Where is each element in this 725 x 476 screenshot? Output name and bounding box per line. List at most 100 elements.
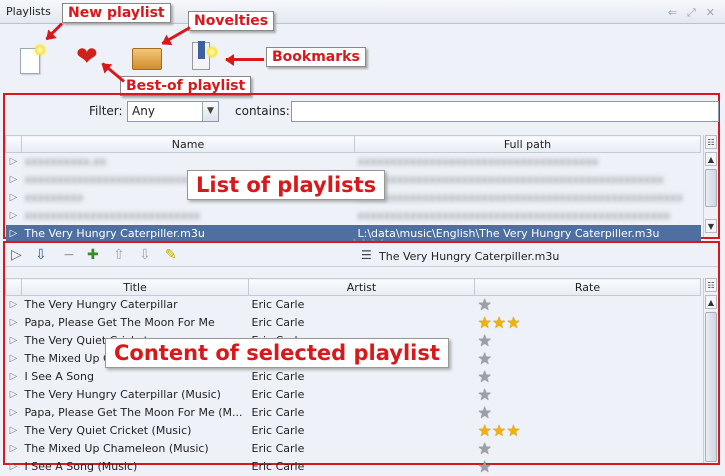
contains-input[interactable] — [291, 101, 719, 122]
sparkle-icon — [207, 47, 217, 57]
content-toolbar: ▷ ⇩ − ✚ ⇧ ⇩ ✎ ☰ The Very Hungry Caterpil… — [5, 243, 718, 267]
scroll-up-icon[interactable]: ▲ — [705, 295, 717, 309]
header-spacer — [5, 135, 22, 153]
track-rate[interactable]: ★ — [475, 386, 701, 404]
column-header-name[interactable]: Name — [21, 135, 355, 153]
sparkle-icon — [35, 45, 45, 55]
track-rate[interactable]: ★ — [475, 404, 701, 422]
scroll-thumb[interactable] — [705, 312, 717, 462]
track-row[interactable]: ▷ Papa, Please Get The Moon For Me (M... E… — [6, 404, 701, 422]
track-rate[interactable]: ★ — [475, 350, 701, 368]
new-playlist-button[interactable] — [20, 45, 45, 74]
track-rate[interactable]: ★ — [475, 332, 701, 350]
play-icon[interactable]: ▷ — [6, 440, 22, 458]
maximize-icon[interactable]: ⤢ — [687, 6, 696, 20]
track-row[interactable]: ▷ The Very Quiet Cricket (Music) Eric Carl… — [6, 422, 701, 440]
column-header-full-path[interactable]: Full path — [354, 135, 701, 153]
track-artist: Eric Carle — [251, 442, 305, 455]
clean-icon[interactable]: ✎ — [165, 247, 177, 263]
star-icon[interactable]: ★ — [506, 314, 520, 332]
move-up-icon[interactable]: ⇧ — [113, 247, 125, 263]
filter-select[interactable]: Any ▼ — [127, 101, 219, 122]
track-rate[interactable]: ★★★ — [475, 314, 701, 332]
header-spacer — [5, 278, 22, 296]
chevron-down-icon[interactable]: ▼ — [202, 102, 218, 121]
minimize-icon[interactable]: ⇐ — [668, 6, 677, 20]
play-icon[interactable]: ▷ — [6, 153, 22, 171]
filter-bar: Filter: Any ▼ contains: — [5, 95, 719, 129]
remove-icon[interactable]: − — [63, 247, 75, 263]
star-icon[interactable]: ★ — [492, 422, 506, 440]
playlist-name: xxxxxxxxxxxxxxxxxxxxxxxxxxx — [24, 209, 201, 222]
play-icon[interactable]: ▷ — [6, 314, 22, 332]
bookmarks-button[interactable] — [192, 41, 217, 70]
play-icon[interactable]: ▷ — [6, 207, 22, 225]
move-down-icon[interactable]: ⇩ — [139, 247, 151, 263]
play-icon[interactable]: ▷ — [6, 296, 22, 314]
scroll-down-icon[interactable]: ▼ — [705, 219, 717, 233]
track-row[interactable]: ▷ The Very Hungry Caterpillar (Music) Eric… — [6, 386, 701, 404]
tracks-scrollbar[interactable]: ☷ ▲ — [703, 278, 718, 463]
star-icon[interactable]: ★ — [478, 296, 492, 314]
window-title: Playlists — [6, 5, 51, 18]
track-title: The Very Hungry Caterpillar (Music) — [24, 388, 221, 401]
column-chooser-icon[interactable]: ☷ — [705, 278, 717, 292]
play-icon[interactable]: ▷ — [6, 171, 22, 189]
scroll-up-icon[interactable]: ▲ — [705, 152, 717, 166]
play-icon[interactable]: ▷ — [11, 247, 22, 263]
play-icon[interactable]: ▷ — [6, 350, 22, 368]
best-of-playlist-button[interactable]: ❤ — [76, 44, 98, 70]
column-chooser-icon[interactable]: ☷ — [705, 135, 717, 149]
star-icon[interactable]: ★ — [478, 386, 492, 404]
track-row[interactable]: ▷ Papa, Please Get The Moon For Me Eric Ca… — [6, 314, 701, 332]
track-rate[interactable]: ★ — [475, 440, 701, 458]
track-title: The Very Hungry Caterpillar — [24, 298, 178, 312]
play-icon[interactable]: ▷ — [6, 332, 22, 350]
play-icon[interactable]: ▷ — [5, 224, 22, 243]
column-header-rate[interactable]: Rate — [474, 278, 701, 296]
play-icon[interactable]: ▷ — [6, 189, 22, 207]
callout-arrow — [226, 58, 264, 61]
play-icon[interactable]: ▷ — [6, 404, 22, 422]
star-icon[interactable]: ★ — [478, 440, 492, 458]
track-rate[interactable]: ★ — [475, 296, 701, 314]
play-icon[interactable]: ▷ — [6, 368, 22, 386]
scroll-thumb[interactable] — [705, 169, 717, 207]
track-rate[interactable]: ★ — [475, 368, 701, 386]
track-title: The Very Quiet Cricket (Music) — [24, 424, 192, 437]
track-artist: Eric Carle — [251, 406, 305, 419]
close-icon[interactable]: ✕ — [706, 6, 715, 20]
playlists-scrollbar[interactable]: ☷ ▲ ▼ — [703, 135, 718, 237]
playlist-row[interactable]: ▷xxxxxxxxxxxxxxxxxxxxxxxxxxxxxxxxxxxxxxx… — [6, 207, 701, 225]
star-icon[interactable]: ★ — [478, 368, 492, 386]
star-icon[interactable]: ★ — [478, 314, 492, 332]
column-header-title[interactable]: Title — [21, 278, 249, 296]
current-playlist-name: The Very Hungry Caterpiller.m3u — [379, 250, 560, 263]
play-icon[interactable]: ▷ — [6, 422, 22, 440]
add-tracks-icon[interactable]: ✚ — [87, 247, 99, 263]
playlist-path: xxxxxxxxxxxxxxxxxxxxxxxxxxxxxxxxxxxxxxxx… — [357, 173, 664, 186]
star-icon[interactable]: ★ — [506, 422, 520, 440]
track-title: Papa, Please Get The Moon For Me (M... — [24, 406, 243, 419]
column-header-artist[interactable]: Artist — [248, 278, 475, 296]
playlist-path: xxxxxxxxxxxxxxxxxxxxxxxxxxxxxxxxxxxxx — [357, 155, 599, 169]
contains-label: contains: — [235, 104, 290, 118]
playlist-row[interactable]: ▷ xxxxxxxxxx.xx xxxxxxxxxxxxxxxxxxxxxxxxxx… — [6, 153, 701, 171]
star-icon[interactable]: ★ — [478, 350, 492, 368]
track-row[interactable]: ▷ The Very Hungry Caterpillar Eric Carle ★ — [6, 296, 701, 314]
track-rate[interactable]: ★★★ — [475, 422, 701, 440]
play-icon[interactable]: ▷ — [6, 386, 22, 404]
star-icon[interactable]: ★ — [478, 404, 492, 422]
novelties-button[interactable] — [132, 48, 162, 70]
save-icon[interactable]: ⇩ — [35, 247, 47, 263]
track-row[interactable]: ▷ The Mixed Up Chameleon (Music) Eric Carl… — [6, 440, 701, 458]
filter-value: Any — [132, 104, 155, 118]
callout-novelties: Novelties — [188, 11, 275, 31]
star-icon[interactable]: ★ — [478, 422, 492, 440]
star-icon[interactable]: ★ — [478, 332, 492, 350]
track-title: I See A Song — [24, 370, 94, 383]
track-title: Papa, Please Get The Moon For Me — [24, 316, 215, 329]
track-artist: Eric Carle — [251, 298, 305, 312]
star-icon[interactable]: ★ — [492, 314, 506, 332]
track-row[interactable]: ▷ I See A Song Eric Carle ★ — [6, 368, 701, 386]
